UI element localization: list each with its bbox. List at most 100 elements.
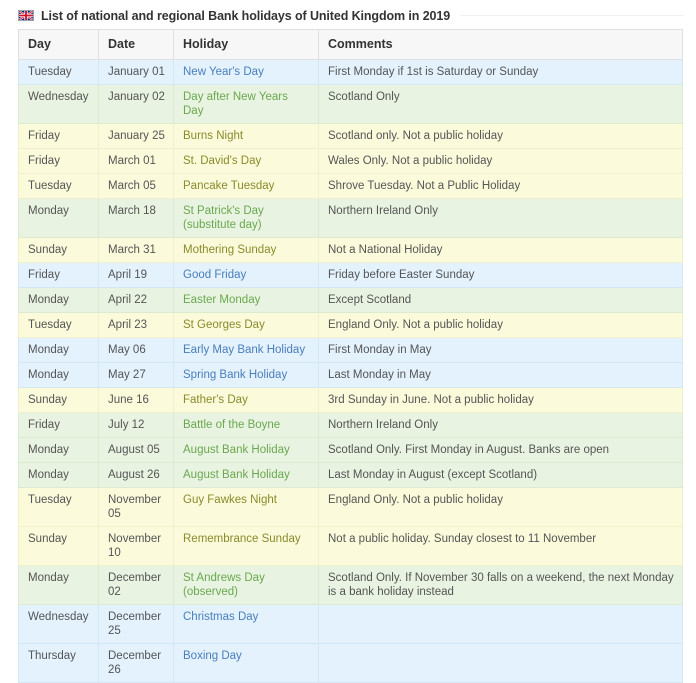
cell-holiday: August Bank Holiday [173,437,319,463]
cell-date: April 23 [98,312,174,338]
cell-comment: Last Monday in May [318,362,683,388]
cell-comment: 3rd Sunday in June. Not a public holiday [318,387,683,413]
cell-comment: Last Monday in August (except Scotland) [318,462,683,488]
cell-holiday: Day after New Years Day [173,84,319,124]
cell-day: Monday [18,287,99,313]
cell-date: August 26 [98,462,174,488]
cell-date: December 26 [98,643,174,683]
table-header: Day Date Holiday Comments [18,29,683,60]
column-header-comments: Comments [318,29,683,60]
union-jack-flag-icon [18,10,34,21]
cell-holiday: Guy Fawkes Night [173,487,319,527]
table-row: Friday March 01 St. David's Day Wales Only.… [18,148,683,174]
cell-day: Monday [18,437,99,463]
cell-holiday: Christmas Day [173,604,319,644]
cell-comment: First Monday in May [318,337,683,363]
cell-holiday: St Andrews Day (observed) [173,565,319,605]
cell-comment: England Only. Not a public holiday [318,312,683,338]
cell-day: Monday [18,198,99,238]
cell-day: Monday [18,337,99,363]
cell-day: Monday [18,462,99,488]
cell-day: Thursday [18,643,99,683]
cell-comment: Scotland only. Not a public holiday [318,123,683,149]
cell-comment: Northern Ireland Only [318,412,683,438]
cell-date: March 01 [98,148,174,174]
table-header-row: Day Date Holiday Comments [18,29,683,60]
table-row: Tuesday November 05 Guy Fawkes Night Englan… [18,487,683,527]
table-container: Day Date Holiday Comments Tuesday January… [0,22,696,683]
column-header-holiday: Holiday [173,29,319,60]
cell-holiday: Father's Day [173,387,319,413]
cell-comment: Scotland Only. If November 30 falls on a… [318,565,683,605]
cell-date: January 25 [98,123,174,149]
cell-date: March 05 [98,173,174,199]
cell-day: Friday [18,148,99,174]
cell-date: January 01 [98,59,174,85]
cell-day: Tuesday [18,487,99,527]
cell-holiday: August Bank Holiday [173,462,319,488]
cell-comment: Shrove Tuesday. Not a Public Holiday [318,173,683,199]
cell-comment [318,643,683,683]
cell-date: April 19 [98,262,174,288]
table-row: Tuesday January 01 New Year's Day First Mon… [18,59,683,85]
cell-date: May 06 [98,337,174,363]
table-row: Monday May 06 Early May Bank Holiday First … [18,337,683,363]
cell-holiday: Mothering Sunday [173,237,319,263]
cell-holiday: New Year's Day [173,59,319,85]
cell-comment: Friday before Easter Sunday [318,262,683,288]
cell-date: June 16 [98,387,174,413]
cell-day: Tuesday [18,59,99,85]
cell-date: March 31 [98,237,174,263]
cell-date: May 27 [98,362,174,388]
cell-holiday: Boxing Day [173,643,319,683]
cell-comment: Not a public holiday. Sunday closest to … [318,526,683,566]
cell-day: Monday [18,362,99,388]
cell-holiday: Easter Monday [173,287,319,313]
table-row: Wednesday January 02 Day after New Years D… [18,84,683,124]
cell-comment: Scotland Only [318,84,683,124]
cell-day: Sunday [18,237,99,263]
table-row: Monday April 22 Easter Monday Except Scotla… [18,287,683,313]
cell-holiday: St Georges Day [173,312,319,338]
table-row: Monday August 26 August Bank Holiday Last M… [18,462,683,488]
cell-date: January 02 [98,84,174,124]
table-row: Monday August 05 August Bank Holiday Scotla… [18,437,683,463]
cell-comment: England Only. Not a public holiday [318,487,683,527]
cell-date: July 12 [98,412,174,438]
table-row: Tuesday March 05 Pancake Tuesday Shrove Tue… [18,173,683,199]
table-row: Monday March 18 St Patrick's Day (substitu… [18,198,683,238]
table-row: Monday December 02 St Andrews Day (observe… [18,565,683,605]
cell-date: December 25 [98,604,174,644]
cell-comment [318,604,683,644]
cell-day: Sunday [18,387,99,413]
cell-day: Wednesday [18,84,99,124]
bank-holidays-table: Day Date Holiday Comments Tuesday January… [18,29,683,683]
cell-day: Wednesday [18,604,99,644]
cell-date: April 22 [98,287,174,313]
cell-comment: Except Scotland [318,287,683,313]
table-row: Friday April 19 Good Friday Friday before E… [18,262,683,288]
cell-day: Monday [18,565,99,605]
column-header-day: Day [18,29,99,60]
table-row: Tuesday April 23 St Georges Day England Onl… [18,312,683,338]
cell-comment: Scotland Only. First Monday in August. B… [318,437,683,463]
cell-day: Tuesday [18,173,99,199]
cell-day: Friday [18,123,99,149]
cell-comment: Wales Only. Not a public holiday [318,148,683,174]
table-row: Wednesday December 25 Christmas Day [18,604,683,644]
cell-day: Sunday [18,526,99,566]
cell-day: Tuesday [18,312,99,338]
cell-holiday: Pancake Tuesday [173,173,319,199]
table-body: Tuesday January 01 New Year's Day First Mon… [18,59,683,683]
cell-holiday: St Patrick's Day (substitute day) [173,198,319,238]
cell-date: November 10 [98,526,174,566]
table-row: Monday May 27 Spring Bank Holiday Last Mond… [18,362,683,388]
cell-comment: Not a National Holiday [318,237,683,263]
cell-date: August 05 [98,437,174,463]
cell-date: March 18 [98,198,174,238]
table-row: Sunday March 31 Mothering Sunday Not a Nati… [18,237,683,263]
cell-holiday: Burns Night [173,123,319,149]
cell-holiday: Good Friday [173,262,319,288]
cell-comment: Northern Ireland Only [318,198,683,238]
cell-date: December 02 [98,565,174,605]
